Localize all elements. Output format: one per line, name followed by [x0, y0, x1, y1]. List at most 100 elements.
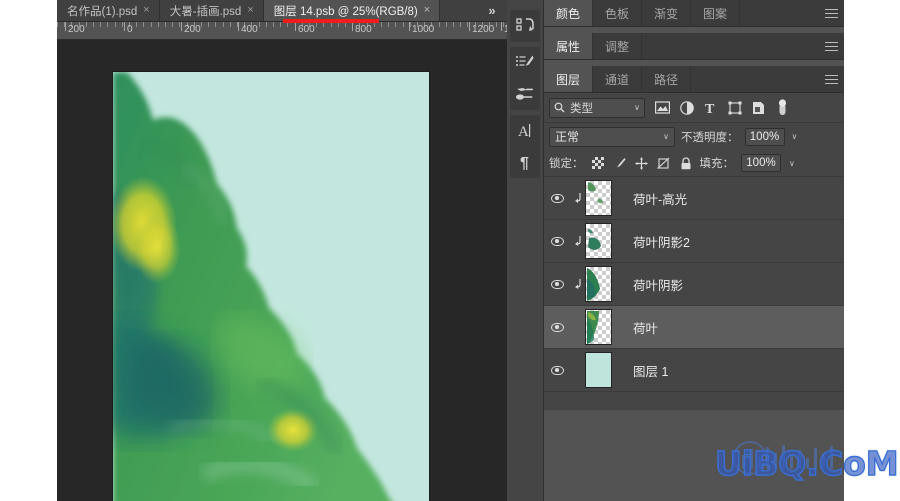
filter-adjustment-icon[interactable] [679, 100, 694, 115]
rail-group-type: A ¶ [510, 115, 540, 178]
layer-thumbnail[interactable] [585, 352, 612, 388]
layer-thumbnail-cell[interactable] [585, 266, 627, 302]
document-tab-bar: 名作品(1).psd × 大暑-插画.psd × 图层 14.psb @ 25%… [57, 0, 507, 22]
fill-stepper-icon[interactable]: ∨ [789, 159, 795, 168]
right-panel-dock: 颜色 色板 渐变 图案 属性 调整 图层 通道 路径 类型 ∨ T 正常 ∨ 不… [544, 0, 900, 501]
annotation-red-underline [283, 19, 379, 23]
ruler-tick [265, 22, 267, 27]
lock-artboard-nesting-icon[interactable] [657, 156, 671, 170]
filter-type-icon[interactable]: T [703, 100, 718, 115]
opacity-stepper-icon[interactable]: ∨ [792, 132, 798, 141]
rail-group-brushes [510, 47, 540, 110]
layer-thumbnail[interactable] [585, 309, 612, 345]
tab-layers[interactable]: 图层 [544, 66, 594, 92]
clipping-mask-icon [570, 235, 585, 247]
ruler-tick [136, 22, 138, 27]
close-icon[interactable]: × [143, 5, 149, 16]
ruler-tick [57, 22, 58, 27]
document-tab-1[interactable]: 名作品(1).psd × [57, 0, 160, 21]
ruler-tick [381, 22, 382, 27]
layer-row[interactable]: 荷叶阴影 [544, 263, 844, 306]
tab-paths[interactable]: 路径 [642, 66, 692, 92]
close-icon[interactable]: × [424, 5, 430, 16]
lock-image-pixels-icon[interactable] [613, 156, 627, 170]
layer-row[interactable]: 图层 1 [544, 349, 844, 392]
close-icon[interactable]: × [247, 5, 253, 16]
layer-visibility-toggle[interactable] [544, 236, 570, 246]
ruler-tick-major [409, 22, 410, 31]
eye-icon [550, 322, 564, 332]
eye-icon [550, 365, 564, 375]
layer-visibility-toggle[interactable] [544, 193, 570, 203]
layer-name[interactable]: 图层 1 [627, 361, 844, 380]
layer-thumbnail-cell[interactable] [585, 223, 627, 259]
layer-name[interactable]: 荷叶 [627, 318, 844, 337]
panel-tabs-color-group: 颜色 色板 渐变 图案 [544, 0, 844, 27]
layer-list[interactable]: 荷叶-高光荷叶阴影2 荷叶阴影荷叶图层 1 [544, 177, 844, 392]
layer-thumbnail[interactable] [585, 223, 612, 259]
layer-thumbnail-content [587, 268, 600, 301]
brush-settings-icon[interactable] [513, 52, 537, 74]
panel-menu-icon[interactable] [818, 0, 844, 26]
blend-mode-value: 正常 [555, 130, 580, 144]
ruler-tick-major [352, 22, 353, 31]
layer-thumbnail-cell[interactable] [585, 352, 627, 388]
ruler-tick [150, 22, 152, 27]
layer-thumbnail[interactable] [585, 266, 612, 302]
chevron-down-icon[interactable]: ∨ [663, 132, 669, 141]
tab-gradients[interactable]: 渐变 [642, 0, 692, 26]
layer-thumbnail-cell[interactable] [585, 180, 627, 216]
artboard[interactable] [113, 72, 429, 501]
layer-name[interactable]: 荷叶阴影 [627, 275, 844, 294]
layer-visibility-toggle[interactable] [544, 322, 570, 332]
rail-group-history [510, 10, 540, 42]
layer-row[interactable]: 荷叶 [544, 306, 844, 349]
leaf-highlight-upper-2 [133, 212, 181, 284]
fill-input[interactable]: 100% [741, 154, 781, 172]
layer-thumbnail-cell[interactable] [585, 309, 627, 345]
lock-position-icon[interactable] [635, 156, 649, 170]
tab-overflow-button[interactable]: » [477, 0, 507, 21]
tab-swatches-label: 色板 [605, 6, 630, 21]
tab-color[interactable]: 颜色 [544, 0, 594, 26]
filter-pixel-icon[interactable] [655, 100, 670, 115]
history-icon[interactable] [513, 15, 537, 37]
horizontal-ruler[interactable]: 2000200400600800100012001 [57, 22, 507, 40]
brushes-icon[interactable] [513, 83, 537, 105]
layer-filter-kind-select[interactable]: 类型 ∨ [549, 97, 645, 118]
tab-channels[interactable]: 通道 [593, 66, 643, 92]
ruler-label: 200 [68, 24, 85, 35]
panel-menu-icon[interactable] [818, 33, 844, 59]
document-tab-2-title: 大暑-插画.psd [169, 5, 242, 18]
filter-shape-icon[interactable] [727, 100, 742, 115]
filter-smartobject-icon[interactable] [751, 100, 766, 115]
ruler-tick [438, 22, 440, 27]
tab-patterns[interactable]: 图案 [691, 0, 741, 26]
tab-swatches[interactable]: 色板 [593, 0, 643, 26]
ruler-tick [85, 22, 87, 27]
tab-adjustments[interactable]: 调整 [593, 33, 643, 59]
document-canvas-area[interactable] [57, 40, 507, 501]
panel-menu-icon[interactable] [818, 66, 844, 92]
tab-patterns-label: 图案 [703, 6, 728, 21]
layer-thumbnail[interactable] [585, 180, 612, 216]
lock-transparent-pixels-icon[interactable] [591, 156, 605, 170]
layer-name[interactable]: 荷叶阴影2 [627, 232, 844, 251]
lock-all-icon[interactable] [679, 156, 693, 170]
blend-mode-select[interactable]: 正常 ∨ [549, 126, 675, 147]
layer-visibility-toggle[interactable] [544, 279, 570, 289]
layer-row[interactable]: 荷叶阴影2 [544, 220, 844, 263]
document-tab-3-active[interactable]: 图层 14.psb @ 25%(RGB/8) × [263, 0, 441, 21]
layer-name[interactable]: 荷叶-高光 [627, 189, 844, 208]
chevron-down-icon[interactable]: ∨ [634, 103, 640, 112]
tab-properties[interactable]: 属性 [544, 33, 594, 59]
ruler-tick [445, 22, 447, 27]
dock-panels: 颜色 色板 渐变 图案 属性 调整 图层 通道 路径 类型 ∨ T 正常 ∨ 不… [544, 0, 844, 501]
paragraph-panel-icon[interactable]: ¶ [513, 151, 537, 173]
filter-enable-toggle[interactable] [775, 99, 790, 115]
layer-row[interactable]: 荷叶-高光 [544, 177, 844, 220]
opacity-input[interactable]: 100% [744, 127, 785, 146]
layer-visibility-toggle[interactable] [544, 365, 570, 375]
character-panel-icon[interactable]: A [513, 120, 537, 142]
document-tab-2[interactable]: 大暑-插画.psd × [159, 0, 264, 21]
